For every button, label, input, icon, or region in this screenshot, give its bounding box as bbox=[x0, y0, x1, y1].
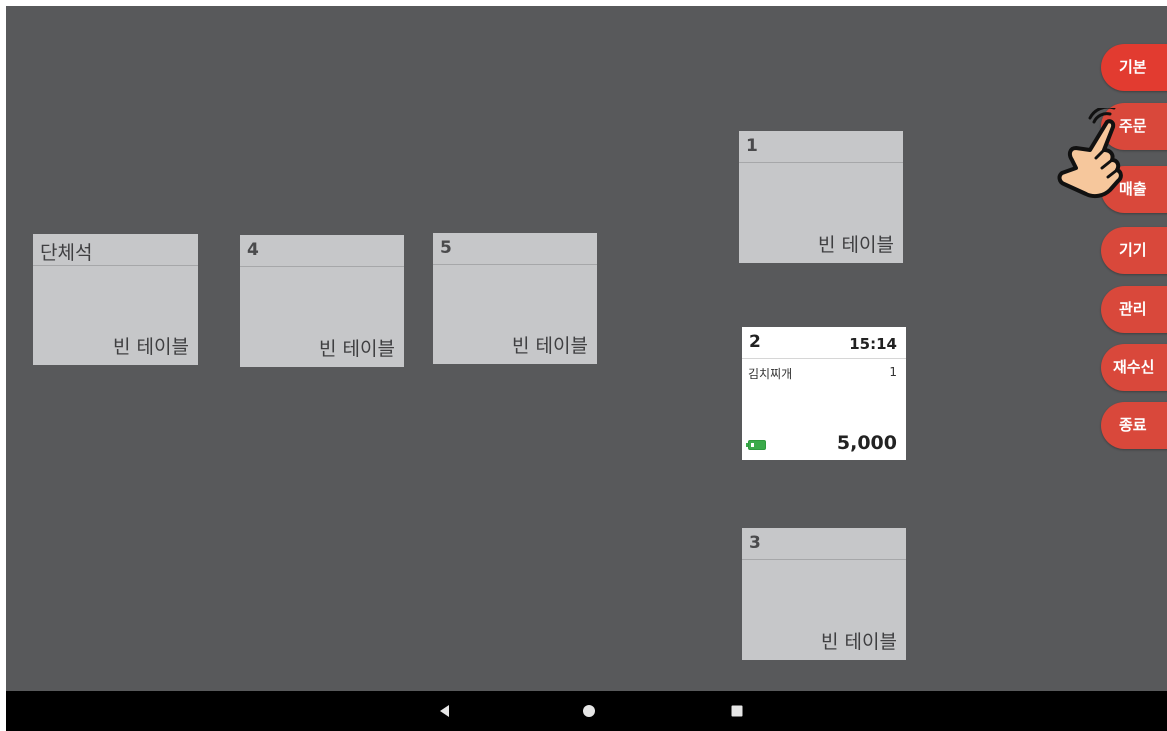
menu-device-button[interactable]: 기기 bbox=[1101, 227, 1167, 274]
recent-square-icon[interactable] bbox=[722, 691, 752, 731]
table-card-4[interactable]: 4 빈 테이블 bbox=[240, 235, 404, 367]
battery-low-icon bbox=[746, 440, 766, 450]
order-total: 5,000 bbox=[836, 432, 897, 454]
order-time: 15:14 bbox=[849, 335, 897, 353]
menu-basic-label: 기본 bbox=[1119, 58, 1147, 76]
table-status: 빈 테이블 bbox=[818, 234, 894, 256]
order-item-qty: 1 bbox=[889, 365, 897, 379]
table-card-2[interactable]: 2 15:14 김치찌개 1 5,000 bbox=[742, 327, 906, 460]
table-card-5[interactable]: 5 빈 테이블 bbox=[433, 233, 597, 364]
table-card-group[interactable]: 단체석 빈 테이블 bbox=[33, 234, 198, 365]
table-name: 3 bbox=[742, 528, 906, 560]
back-triangle-icon[interactable] bbox=[430, 691, 460, 731]
table-name: 단체석 bbox=[33, 234, 198, 266]
order-item: 김치찌개 1 bbox=[742, 359, 906, 382]
table-card-1[interactable]: 1 빈 테이블 bbox=[739, 131, 903, 263]
menu-device-label: 기기 bbox=[1119, 241, 1147, 259]
table-status: 빈 테이블 bbox=[319, 338, 395, 360]
table-name: 1 bbox=[739, 131, 903, 163]
menu-resend-label: 재수신 bbox=[1113, 358, 1155, 376]
table-status: 빈 테이블 bbox=[113, 336, 189, 358]
table-status: 빈 테이블 bbox=[821, 631, 897, 653]
order-item-name: 김치찌개 bbox=[748, 367, 793, 381]
menu-exit-label: 종료 bbox=[1119, 416, 1147, 434]
home-circle-icon[interactable] bbox=[574, 691, 604, 731]
menu-resend-button[interactable]: 재수신 bbox=[1101, 344, 1167, 391]
system-nav-bar bbox=[6, 691, 1167, 731]
table-name: 4 bbox=[240, 235, 404, 267]
table-map-screen: 단체석 빈 테이블 4 빈 테이블 5 빈 테이블 1 빈 테이블 2 15:1… bbox=[6, 6, 1167, 731]
table-header: 2 15:14 bbox=[742, 327, 906, 359]
table-name: 2 bbox=[749, 332, 761, 352]
menu-manage-button[interactable]: 관리 bbox=[1101, 286, 1167, 333]
menu-manage-label: 관리 bbox=[1119, 300, 1147, 318]
tap-hand-icon bbox=[1057, 108, 1123, 199]
table-name: 5 bbox=[433, 233, 597, 265]
table-card-3[interactable]: 3 빈 테이블 bbox=[742, 528, 906, 660]
menu-basic-button[interactable]: 기본 bbox=[1101, 44, 1167, 91]
table-status: 빈 테이블 bbox=[512, 335, 588, 357]
menu-exit-button[interactable]: 종료 bbox=[1101, 402, 1167, 449]
